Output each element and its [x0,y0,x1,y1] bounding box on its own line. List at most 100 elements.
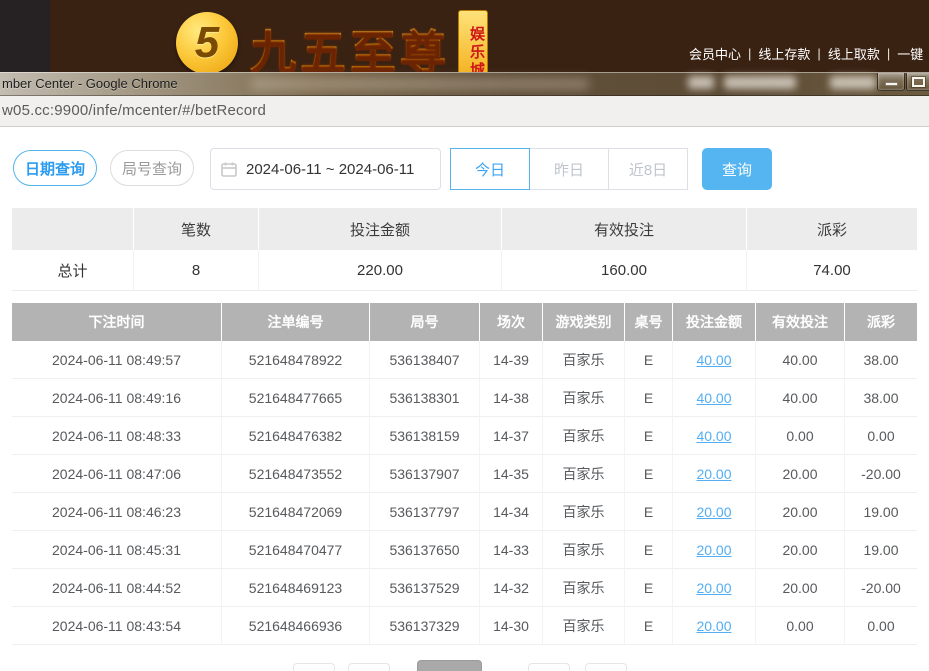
cell-payout: 19.00 [845,493,917,531]
cell-valid-bet: 0.00 [756,417,845,455]
col-table-no: 桌号 [625,303,673,341]
search-button[interactable]: 查询 [702,148,772,190]
table-row: 2024-06-11 08:47:06521648473552536137907… [12,455,917,493]
bet-amount-link[interactable]: 20.00 [696,504,731,520]
cell-table-no: E [625,341,673,379]
cell-payout: -20.00 [845,455,917,493]
cell-game-type: 百家乐 [543,379,625,417]
cell-payout: 0.00 [845,417,917,455]
cell-session: 14-39 [480,341,543,379]
cell-round: 536137529 [370,569,480,607]
summary-header-empty [12,208,134,250]
col-valid-bet: 有效投注 [756,303,845,341]
table-row: 2024-06-11 08:44:52521648469123536137529… [12,569,917,607]
cell-payout: -20.00 [845,569,917,607]
cell-bet-amount: 20.00 [673,569,756,607]
cell-round: 536137329 [370,607,480,645]
cell-bet-amount: 20.00 [673,607,756,645]
bet-record-page: 日期查询 局号查询 2024-06-11 ~ 2024-06-11 今日 昨日 … [0,127,929,671]
redacted-blur [688,76,714,89]
cell-session: 14-33 [480,531,543,569]
cell-bet-amount: 20.00 [673,493,756,531]
cell-payout: 19.00 [845,531,917,569]
bet-amount-link[interactable]: 20.00 [696,466,731,482]
maximize-button[interactable] [906,73,929,91]
cell-table-no: E [625,493,673,531]
summary-header-count: 笔数 [134,208,259,250]
cell-valid-bet: 20.00 [756,455,845,493]
nav-separator: | [748,46,751,61]
pagination-button[interactable] [293,663,335,671]
screen: 5 九五至尊 娱乐城 会员中心 | 线上存款 | 线上取款 | 一键 mber … [0,0,929,671]
summary-total-row: 总计 8 220.00 160.00 74.00 [12,250,917,291]
minimize-icon [885,82,898,86]
cell-game-type: 百家乐 [543,493,625,531]
bet-amount-link[interactable]: 40.00 [696,352,731,368]
col-session: 场次 [480,303,543,341]
col-payout: 派彩 [845,303,917,341]
date-range-input[interactable]: 2024-06-11 ~ 2024-06-11 [210,148,441,190]
browser-url-bar[interactable]: w05.cc:9900/infe/mcenter/#/betRecord [0,96,929,127]
cell-session: 14-38 [480,379,543,417]
cell-game-type: 百家乐 [543,607,625,645]
col-bet-time: 下注时间 [12,303,222,341]
summary-header-bet-amount: 投注金额 [259,208,502,250]
cell-bet-time: 2024-06-11 08:49:16 [12,379,222,417]
cell-valid-bet: 20.00 [756,531,845,569]
cell-table-no: E [625,379,673,417]
window-titlebar: mber Center - Google Chrome [0,72,929,96]
bet-amount-link[interactable]: 40.00 [696,428,731,444]
pagination-button[interactable] [348,663,390,671]
cell-bet-id: 521648470477 [222,531,370,569]
cell-bet-id: 521648478922 [222,341,370,379]
summary-count-value: 8 [134,250,259,291]
bet-amount-link[interactable]: 20.00 [696,580,731,596]
cell-table-no: E [625,531,673,569]
quick-today-button[interactable]: 今日 [450,148,530,190]
cell-bet-amount: 40.00 [673,341,756,379]
cell-session: 14-32 [480,569,543,607]
summary-total-label: 总计 [12,250,134,291]
cell-bet-amount: 20.00 [673,455,756,493]
cell-table-no: E [625,455,673,493]
bet-table-header-row: 下注时间 注单编号 局号 场次 游戏类别 桌号 投注金额 有效投注 派彩 [12,303,917,341]
cell-round: 536138407 [370,341,480,379]
bet-records-table: 下注时间 注单编号 局号 场次 游戏类别 桌号 投注金额 有效投注 派彩 202… [12,303,917,645]
cell-round: 536137907 [370,455,480,493]
quick-last8days-button[interactable]: 近8日 [608,148,688,190]
summary-header-row: 笔数 投注金额 有效投注 派彩 [12,208,917,250]
summary-payout-value: 74.00 [747,250,917,291]
col-game-type: 游戏类别 [543,303,625,341]
summary-bet-amount-value: 220.00 [259,250,502,291]
table-row: 2024-06-11 08:43:54521648466936536137329… [12,607,917,645]
nav-online-deposit[interactable]: 线上存款 [758,44,810,63]
cell-table-no: E [625,569,673,607]
redacted-blur [724,76,796,89]
logo-coin-digit: 5 [195,18,219,68]
nav-online-withdraw[interactable]: 线上取款 [828,44,880,63]
cell-session: 14-30 [480,607,543,645]
pagination-current[interactable] [417,660,482,671]
maximize-icon [912,77,925,87]
nav-one-key[interactable]: 一键 [897,44,923,63]
bet-amount-link[interactable]: 20.00 [696,618,731,634]
nav-member-center[interactable]: 会员中心 [689,44,741,63]
cell-bet-time: 2024-06-11 08:43:54 [12,607,222,645]
quick-yesterday-button[interactable]: 昨日 [529,148,609,190]
cell-payout: 38.00 [845,379,917,417]
bet-table-body: 2024-06-11 08:49:57521648478922536138407… [12,341,917,645]
minimize-button[interactable] [877,73,905,91]
tab-date-query[interactable]: 日期查询 [13,150,97,186]
pagination-button[interactable] [585,663,627,671]
cell-bet-time: 2024-06-11 08:47:06 [12,455,222,493]
cell-valid-bet: 20.00 [756,493,845,531]
bet-amount-link[interactable]: 40.00 [696,390,731,406]
pagination-button[interactable] [528,663,570,671]
tab-round-query[interactable]: 局号查询 [110,150,194,186]
table-row: 2024-06-11 08:46:23521648472069536137797… [12,493,917,531]
header-black-corner [0,0,50,73]
bet-amount-link[interactable]: 20.00 [696,542,731,558]
cell-bet-id: 521648476382 [222,417,370,455]
cell-bet-id: 521648469123 [222,569,370,607]
summary-valid-bet-value: 160.00 [502,250,747,291]
